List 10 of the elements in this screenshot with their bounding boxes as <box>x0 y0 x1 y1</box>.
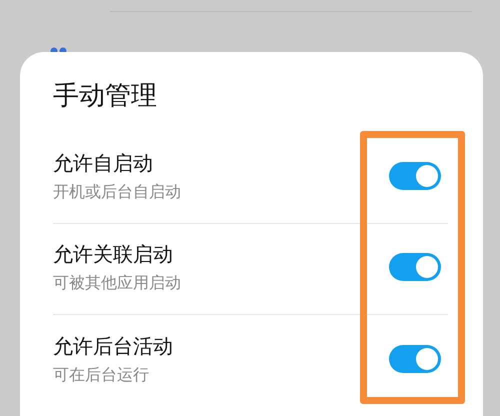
toggle-switch[interactable] <box>389 253 441 281</box>
option-description: 开机或后台自启动 <box>53 182 181 202</box>
option-label: 允许关联启动 <box>53 241 174 267</box>
toggle-switch[interactable] <box>389 162 441 190</box>
option-description: 可被其他应用启动 <box>53 273 181 293</box>
dialog-title: 手动管理 <box>53 80 158 112</box>
option-label: 允许自启动 <box>53 150 154 176</box>
toggle-switch[interactable] <box>389 344 441 372</box>
option-description: 可在后台运行 <box>53 364 150 384</box>
option-label: 允许后台活动 <box>53 332 173 358</box>
